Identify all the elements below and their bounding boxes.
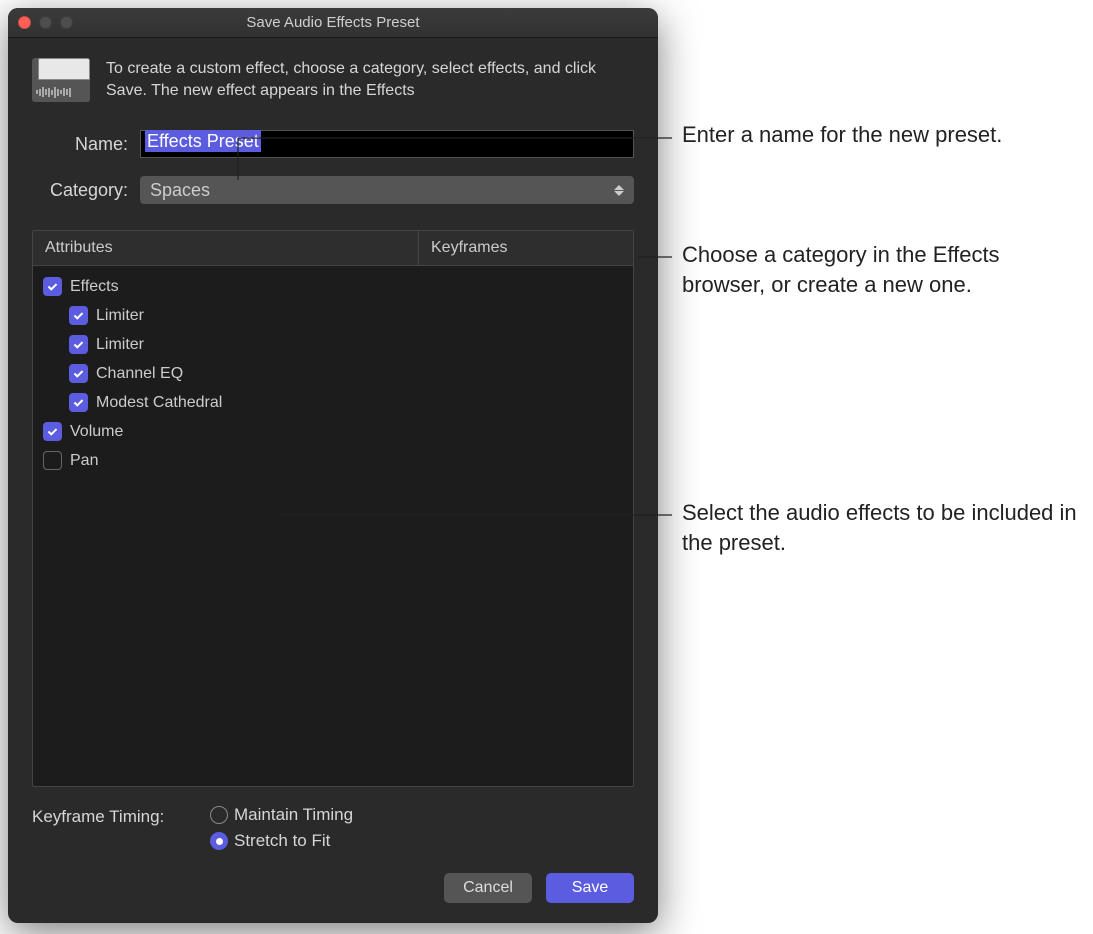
radio-maintain-timing[interactable]: Maintain Timing <box>210 805 353 825</box>
attr-row-limiter-1[interactable]: Limiter <box>33 301 633 330</box>
attr-label: Pan <box>70 452 98 470</box>
checkbox-icon[interactable] <box>69 306 88 325</box>
window-body: To create a custom effect, choose a cate… <box>8 38 658 923</box>
keyframe-timing-row: Keyframe Timing: Maintain Timing Stretch… <box>32 805 634 851</box>
name-input[interactable]: Effects Preset <box>140 130 634 158</box>
category-select[interactable]: Spaces <box>140 176 634 204</box>
attr-row-effects[interactable]: Effects <box>33 272 633 301</box>
checkbox-icon[interactable] <box>69 335 88 354</box>
attr-label: Limiter <box>96 307 144 325</box>
name-row: Name: Effects Preset <box>32 130 634 158</box>
checkbox-icon[interactable] <box>69 393 88 412</box>
window-title: Save Audio Effects Preset <box>8 14 658 31</box>
checkbox-icon[interactable] <box>43 422 62 441</box>
attributes-table: Attributes Keyframes Effects Limiter Lim… <box>32 230 634 787</box>
updown-icon <box>614 185 624 196</box>
attr-label: Limiter <box>96 336 144 354</box>
attr-row-volume[interactable]: Volume <box>33 417 633 446</box>
maximize-icon <box>60 16 73 29</box>
intro-row: To create a custom effect, choose a cate… <box>32 58 634 102</box>
attr-row-limiter-2[interactable]: Limiter <box>33 330 633 359</box>
attr-label: Modest Cathedral <box>96 394 222 412</box>
checkbox-icon[interactable] <box>43 277 62 296</box>
table-body: Effects Limiter Limiter Channel EQ Modes… <box>33 266 633 786</box>
close-icon[interactable] <box>18 16 31 29</box>
attr-label: Channel EQ <box>96 365 183 383</box>
minimize-icon <box>39 16 52 29</box>
name-value: Effects Preset <box>145 130 261 152</box>
radio-icon[interactable] <box>210 832 228 850</box>
table-header: Attributes Keyframes <box>33 231 633 266</box>
annotation-name: Enter a name for the new preset. <box>682 120 1012 150</box>
name-label: Name: <box>32 134 140 155</box>
preset-icon <box>32 58 90 102</box>
radio-icon[interactable] <box>210 806 228 824</box>
attr-row-pan[interactable]: Pan <box>33 446 633 475</box>
attr-label: Volume <box>70 423 123 441</box>
button-row: Cancel Save <box>32 869 634 903</box>
category-value: Spaces <box>150 180 210 201</box>
traffic-lights <box>8 16 73 29</box>
radio-label: Stretch to Fit <box>234 831 330 851</box>
attr-row-channel-eq[interactable]: Channel EQ <box>33 359 633 388</box>
attr-row-modest-cathedral[interactable]: Modest Cathedral <box>33 388 633 417</box>
intro-text: To create a custom effect, choose a cate… <box>106 58 634 102</box>
column-keyframes[interactable]: Keyframes <box>419 231 633 265</box>
radio-stretch-to-fit[interactable]: Stretch to Fit <box>210 831 353 851</box>
save-button[interactable]: Save <box>546 873 634 903</box>
category-row: Category: Spaces <box>32 176 634 204</box>
attr-label: Effects <box>70 278 119 296</box>
column-attributes[interactable]: Attributes <box>33 231 419 265</box>
radio-label: Maintain Timing <box>234 805 353 825</box>
dialog-window: Save Audio Effects Preset To create a cu… <box>8 8 658 923</box>
annotation-category: Choose a category in the Effects browser… <box>682 240 1062 299</box>
cancel-button[interactable]: Cancel <box>444 873 532 903</box>
checkbox-icon[interactable] <box>43 451 62 470</box>
category-label: Category: <box>32 180 140 201</box>
annotation-effects: Select the audio effects to be included … <box>682 498 1082 557</box>
titlebar: Save Audio Effects Preset <box>8 8 658 38</box>
radio-group: Maintain Timing Stretch to Fit <box>210 805 353 851</box>
checkbox-icon[interactable] <box>69 364 88 383</box>
keyframe-timing-label: Keyframe Timing: <box>32 805 210 827</box>
